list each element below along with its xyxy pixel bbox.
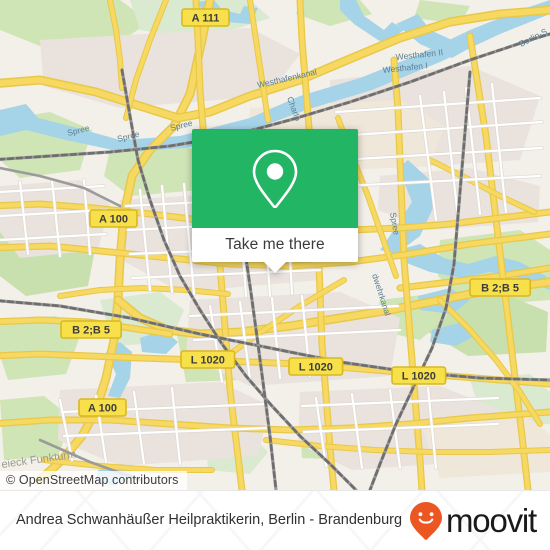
svg-text:A 111: A 111: [192, 13, 220, 25]
road-shield[interactable]: A 111: [181, 8, 230, 27]
location-popup[interactable]: Take me there: [192, 129, 358, 273]
svg-text:L 1020: L 1020: [191, 355, 225, 367]
popup-action[interactable]: Take me there: [192, 228, 358, 273]
take-me-there-label: Take me there: [225, 236, 325, 253]
road-shield[interactable]: B 2;B 5: [469, 278, 532, 297]
map-screenshot: .land { fill:#f3efe9; } .built { fill:#e…: [0, 0, 550, 550]
moovit-smiley-pin-icon: [410, 501, 442, 540]
svg-text:L 1020: L 1020: [402, 371, 436, 383]
footer-bar: Andrea Schwanhäußer Heilpraktikerin, Ber…: [0, 490, 550, 550]
road-shield[interactable]: A 100: [78, 398, 127, 417]
svg-text:A 100: A 100: [88, 403, 117, 415]
moovit-brand[interactable]: moovit: [409, 501, 537, 541]
road-shield[interactable]: L 1020: [288, 357, 344, 376]
road-shield[interactable]: L 1020: [180, 350, 236, 369]
place-title: Andrea Schwanhäußer Heilpraktikerin, Ber…: [16, 512, 403, 528]
osm-attribution: © OpenStreetMap contributors: [0, 471, 187, 490]
road-shield[interactable]: A 100: [89, 209, 138, 228]
svg-text:L 1020: L 1020: [299, 362, 333, 374]
svg-text:A 100: A 100: [99, 214, 128, 226]
moovit-wordmark: moovit: [446, 502, 537, 539]
popup-header: [192, 129, 358, 228]
svg-text:B 2;B 5: B 2;B 5: [72, 325, 110, 337]
popup-pointer: [264, 262, 286, 273]
svg-text:B 2;B 5: B 2;B 5: [481, 283, 519, 295]
road-shield[interactable]: B 2;B 5: [60, 320, 123, 339]
road-shield[interactable]: L 1020: [391, 366, 447, 385]
map-pin-icon: [252, 149, 298, 208]
